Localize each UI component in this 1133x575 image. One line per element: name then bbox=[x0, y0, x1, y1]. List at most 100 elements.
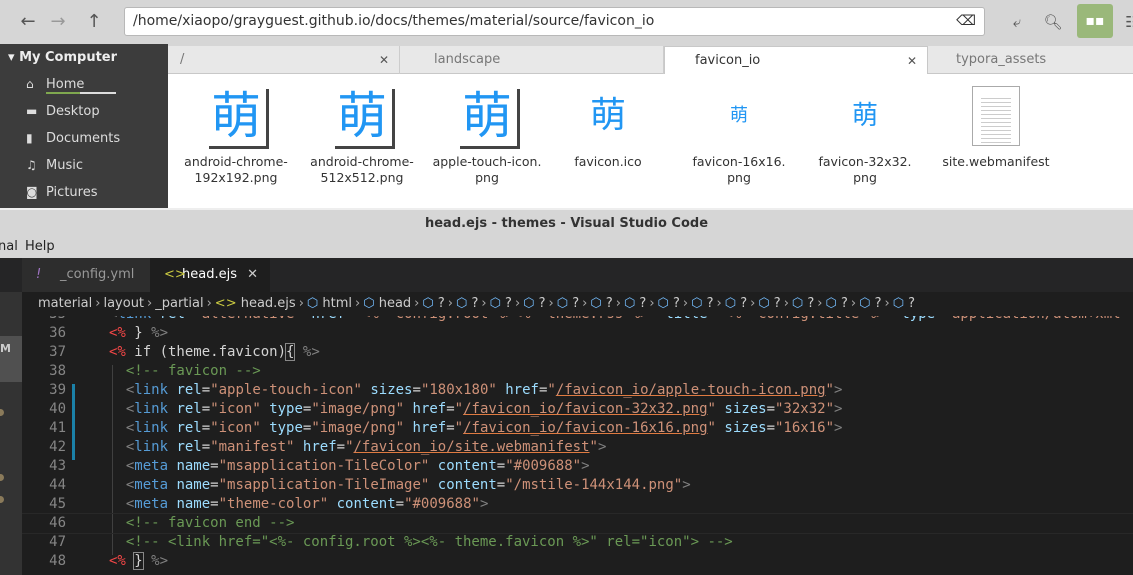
file-name: android-chrome- 512x512.png bbox=[302, 154, 422, 186]
code-token: "icon" bbox=[210, 401, 270, 417]
tab-favicon-io[interactable]: favicon_io ✕ bbox=[664, 46, 928, 75]
file-item[interactable]: 萌 apple-touch-icon. png bbox=[427, 74, 547, 186]
chevron-right-icon: › bbox=[481, 296, 487, 311]
cube-icon: ⬡ bbox=[489, 296, 506, 311]
code-icon: <> bbox=[164, 267, 186, 282]
sidebar-item-label: Desktop bbox=[46, 104, 100, 119]
cube-icon: ⬡ bbox=[455, 296, 472, 311]
file-item[interactable]: 萌 android-chrome- 512x512.png bbox=[302, 74, 422, 186]
location-input[interactable]: /home/xiaopo/grayguest.github.io/docs/th… bbox=[124, 7, 985, 36]
code-line[interactable]: 48 <% } %> bbox=[22, 552, 1133, 571]
cube-icon: ⬡ bbox=[556, 296, 573, 311]
list-view-icon[interactable]: ☷ bbox=[1118, 8, 1133, 36]
code-line[interactable]: 42 <link rel="manifest" href="/favicon_i… bbox=[22, 438, 1133, 457]
code-line[interactable]: 38 <!-- favicon --> bbox=[22, 362, 1133, 381]
yaml-icon: ! bbox=[36, 267, 42, 282]
menu-terminal[interactable]: nal bbox=[0, 236, 18, 258]
tab-typora-assets[interactable]: typora_assets bbox=[928, 46, 1133, 74]
tab-head-ejs[interactable]: <> head.ejs ✕ bbox=[150, 258, 270, 292]
code-token: rel bbox=[160, 316, 185, 322]
search-icon[interactable]: 🔍︎ bbox=[1039, 8, 1067, 36]
sidebar-item-desktop[interactable]: ▬ Desktop bbox=[26, 101, 100, 121]
file-item[interactable]: 萌 favicon-32x32. png bbox=[805, 74, 925, 186]
file-item[interactable]: site.webmanifest bbox=[936, 74, 1056, 170]
code-token: %> bbox=[151, 325, 169, 341]
code-line[interactable]: 39 <link rel="apple-touch-icon" sizes="1… bbox=[22, 381, 1133, 400]
close-icon[interactable]: ✕ bbox=[907, 47, 917, 75]
code-line[interactable]: 37 <% if (theme.favicon){ %> bbox=[22, 343, 1133, 362]
file-item[interactable]: 萌 favicon.ico bbox=[548, 74, 668, 170]
breadcrumb-item[interactable]: ? bbox=[572, 296, 579, 311]
breadcrumb-item[interactable]: ? bbox=[841, 296, 848, 311]
file-item[interactable]: 萌 favicon-16x16. png bbox=[679, 74, 799, 186]
line-number: 44 bbox=[49, 477, 66, 493]
breadcrumb-item[interactable]: ? bbox=[707, 296, 714, 311]
file-name-line: site.webmanifest bbox=[942, 154, 1050, 169]
breadcrumb-item[interactable]: ? bbox=[673, 296, 680, 311]
breadcrumb-item[interactable]: layout bbox=[103, 296, 144, 311]
tab-landscape[interactable]: landscape bbox=[400, 46, 664, 74]
breadcrumb-item[interactable]: _partial bbox=[155, 296, 203, 311]
clear-icon[interactable]: ⌫ bbox=[956, 8, 976, 35]
breadcrumb-item[interactable]: ? bbox=[471, 296, 478, 311]
code-token: content bbox=[437, 477, 497, 493]
sidebar-item-music[interactable]: ♫ Music bbox=[26, 155, 83, 175]
code-line[interactable]: 36 <% } %> bbox=[22, 324, 1133, 343]
breadcrumb-item[interactable]: html bbox=[322, 296, 352, 311]
code-line[interactable]: 45 <meta name="theme-color" content="#00… bbox=[22, 495, 1133, 514]
tab-label: / bbox=[180, 52, 185, 67]
code-token: " bbox=[345, 439, 354, 455]
code-token: = bbox=[496, 458, 506, 474]
breadcrumb-item[interactable]: ? bbox=[908, 296, 915, 311]
code-line[interactable]: 47 <!-- <link href="<%- config.root %><%… bbox=[22, 533, 1133, 552]
breadcrumb-item[interactable]: ? bbox=[875, 296, 882, 311]
code-line[interactable]: 44 <meta name="msapplication-TileImage" … bbox=[22, 476, 1133, 495]
breadcrumb-item[interactable]: head bbox=[379, 296, 411, 311]
close-icon[interactable]: ✕ bbox=[379, 46, 389, 74]
code-token: > bbox=[597, 439, 607, 455]
sidebar-heading[interactable]: ▾ My Computer bbox=[8, 50, 117, 65]
code-editor[interactable]: 35<link rel="alternative" href="<%- conf… bbox=[22, 316, 1133, 575]
breadcrumb-item[interactable]: ? bbox=[505, 296, 512, 311]
breadcrumb-item[interactable]: ? bbox=[539, 296, 546, 311]
line-number: 35 bbox=[22, 316, 66, 324]
toggle-location-icon[interactable]: ⤶ bbox=[1003, 8, 1031, 36]
tab-root[interactable]: / ✕ bbox=[168, 46, 400, 74]
code-icon: <> bbox=[214, 296, 241, 311]
chevron-right-icon: › bbox=[783, 296, 789, 311]
breadcrumb-item[interactable]: ? bbox=[774, 296, 781, 311]
breadcrumb-item[interactable]: ? bbox=[740, 296, 747, 311]
forward-arrow-icon[interactable]: → bbox=[44, 8, 72, 36]
code-line[interactable]: 41 <link rel="icon" type="image/png" hre… bbox=[22, 419, 1133, 438]
code-line[interactable]: 35<link rel="alternative" href="<%- conf… bbox=[22, 316, 1133, 324]
breadcrumb-item[interactable]: ? bbox=[438, 296, 445, 311]
menu-help[interactable]: Help bbox=[25, 236, 55, 258]
breadcrumb-item[interactable]: material bbox=[38, 296, 92, 311]
chevron-right-icon: › bbox=[414, 296, 420, 311]
chevron-right-icon: › bbox=[95, 296, 101, 311]
code-token: link bbox=[134, 382, 177, 398]
file-item[interactable]: 萌 android-chrome- 192x192.png bbox=[176, 74, 296, 186]
breadcrumb-item[interactable]: ? bbox=[606, 296, 613, 311]
chevron-right-icon: › bbox=[298, 296, 304, 311]
breadcrumb-item[interactable]: ? bbox=[639, 296, 646, 311]
sidebar-item-documents[interactable]: ▮ Documents bbox=[26, 128, 120, 148]
location-path: /home/xiaopo/grayguest.github.io/docs/th… bbox=[133, 13, 655, 29]
sidebar-item-pictures[interactable]: ◙ Pictures bbox=[26, 182, 97, 202]
tab-config-yml[interactable]: ! _config.yml bbox=[22, 258, 150, 292]
tab-label: favicon_io bbox=[695, 53, 761, 68]
code-token: = bbox=[412, 382, 421, 398]
breadcrumb-item[interactable]: head.ejs bbox=[241, 296, 296, 311]
activity-item[interactable]: M bbox=[0, 336, 22, 382]
code-token: "theme-color" bbox=[218, 496, 337, 512]
breadcrumb-item[interactable]: ? bbox=[807, 296, 814, 311]
code-line[interactable]: 46 <!-- favicon end --> bbox=[22, 513, 1133, 534]
back-arrow-icon[interactable]: ← bbox=[14, 8, 42, 36]
sidebar-item-home[interactable]: ⌂ Home bbox=[26, 74, 84, 94]
code-token: "alternative" bbox=[193, 316, 311, 322]
code-line[interactable]: 40 <link rel="icon" type="image/png" hre… bbox=[22, 400, 1133, 419]
code-line[interactable]: 43 <meta name="msapplication-TileColor" … bbox=[22, 457, 1133, 476]
icon-view-button[interactable]: ▪▪ bbox=[1077, 4, 1113, 38]
up-arrow-icon[interactable]: ↑ bbox=[80, 8, 108, 36]
close-icon[interactable]: ✕ bbox=[247, 258, 258, 292]
